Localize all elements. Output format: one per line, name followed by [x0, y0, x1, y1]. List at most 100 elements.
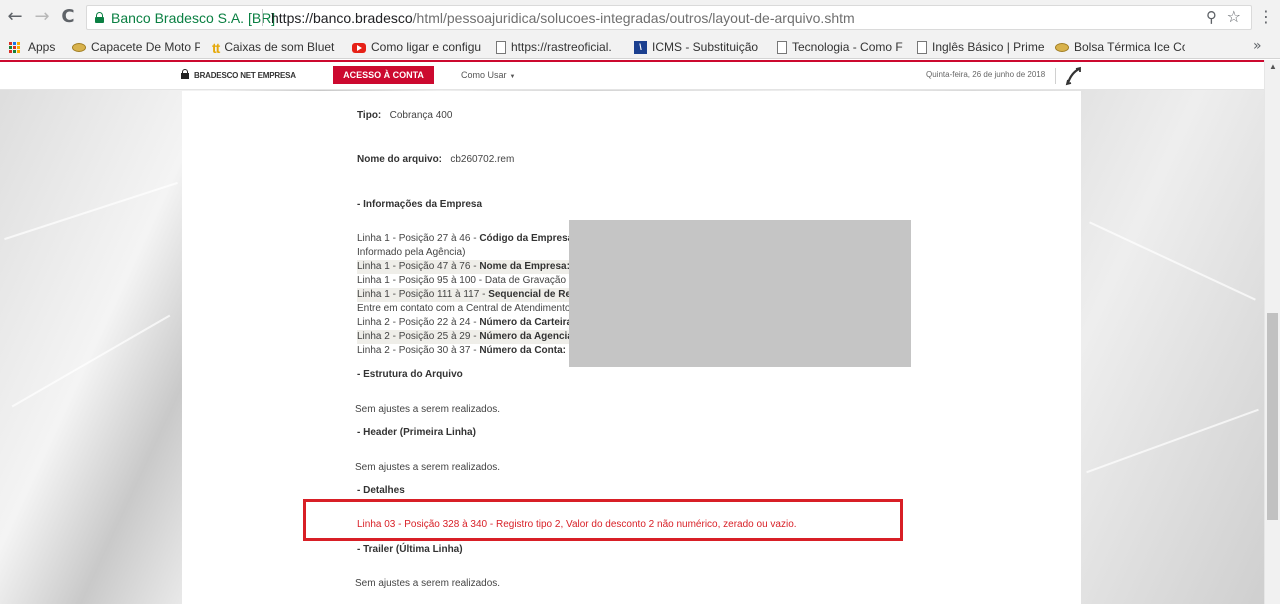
bookmark-label: Como ligar e configu — [371, 40, 482, 54]
background-pattern — [1086, 408, 1259, 474]
detail-error-line: Linha 03 - Posição 328 à 340 - Registro … — [357, 519, 797, 530]
bookmark-label: Caixas de som Bluet — [224, 40, 335, 54]
scroll-up-arrow-icon[interactable]: ▲ — [1269, 62, 1277, 71]
brand-logo[interactable]: BRADESCO NET EMPRESA — [181, 69, 296, 80]
tipo-value: Cobrança 400 — [389, 110, 453, 121]
forward-icon[interactable]: → — [32, 7, 52, 27]
accessibility-phone-icon[interactable] — [1064, 66, 1084, 86]
redaction-box — [569, 220, 911, 367]
bookmark-ingles-basico[interactable]: Inglês Básico | Prime — [917, 39, 1045, 55]
zoom-icon[interactable]: ⚲ — [1206, 8, 1217, 26]
info-line-prefix: Entre em contato com a Central de Atendi… — [357, 303, 571, 314]
bookmark-caixas-de-som[interactable]: tt Caixas de som Bluet — [212, 39, 340, 55]
section-estrutura: - Estrutura do Arquivo — [357, 369, 463, 380]
info-line: Linha 1 - Posição 111 à 117 - Sequencial… — [357, 288, 572, 302]
info-line-prefix: Linha 1 - Posição 47 à 76 - — [357, 261, 480, 272]
info-line-prefix: Linha 2 - Posição 30 à 37 - — [357, 345, 480, 356]
bookmark-apps[interactable]: Apps — [9, 39, 69, 55]
brand-name: BRADESCO NET EMPRESA — [194, 71, 296, 80]
browser-toolbar: ← → C Banco Bradesco S.A. [BR] https://b… — [0, 0, 1280, 35]
info-line: Linha 2 - Posição 22 à 24 - Número da Ca… — [357, 316, 572, 330]
bookmark-label: Tecnologia - Como F — [792, 40, 903, 54]
coin-icon — [1055, 43, 1069, 53]
bookmark-star-icon[interactable]: ☆ — [1227, 7, 1241, 26]
page-icon — [917, 41, 927, 55]
no-adjustments-text: Sem ajustes a serem realizados. — [355, 404, 501, 415]
no-adjustments-text: Sem ajustes a serem realizados. — [355, 578, 501, 589]
arquivo-label: Nome do arquivo: — [357, 154, 443, 165]
info-line-label: Nome da Empresa: — [479, 261, 570, 272]
main-content: Tipo: Cobrança 400 Nome do arquivo: cb26… — [182, 91, 1081, 604]
section-trailer: - Trailer (Última Linha) — [357, 544, 463, 555]
section-header: - Header (Primeira Linha) — [357, 427, 476, 438]
secure-lock-icon[interactable] — [95, 12, 104, 23]
info-line: Entre em contato com a Central de Atendi… — [357, 302, 570, 316]
arquivo-value: cb260702.rem — [450, 154, 515, 165]
background-pattern — [11, 314, 171, 408]
info-line-label: Número da Carteira — [479, 317, 573, 328]
tt-logo-icon: tt — [212, 39, 220, 55]
back-icon[interactable]: ← — [5, 7, 25, 27]
bookmark-rastreoficial[interactable]: https://rastreoficial. — [496, 39, 622, 55]
tipo-row: Tipo: Cobrança 400 — [357, 109, 452, 123]
url-separator — [262, 9, 263, 26]
url-text[interactable]: https://banco.bradesco/html/pessoajuridi… — [271, 10, 855, 26]
coin-icon — [72, 43, 86, 53]
how-to-use-menu[interactable]: Como Usar ▼ — [461, 70, 515, 80]
header-divider — [1055, 68, 1056, 84]
page-viewport: BRADESCO NET EMPRESA ACESSO À CONTA Como… — [0, 60, 1264, 604]
info-line: Linha 1 - Posição 47 à 76 - Nome da Empr… — [357, 260, 570, 274]
bookmark-icms[interactable]: \ ICMS - Substituição — [634, 39, 764, 55]
site-identity[interactable]: Banco Bradesco S.A. [BR] — [111, 10, 275, 26]
info-line: Linha 2 - Posição 25 à 29 - Número da Ag… — [357, 330, 573, 344]
bookmark-label: Bolsa Térmica Ice Co — [1074, 40, 1185, 54]
background-pattern — [1089, 221, 1256, 301]
info-line-prefix: Linha 1 - Posição 27 à 46 - — [357, 233, 480, 244]
page-scrollbar[interactable]: ▲ — [1264, 60, 1280, 604]
bookmark-capacete[interactable]: Capacete De Moto P — [72, 39, 200, 55]
info-line: Linha 2 - Posição 30 à 37 - Número da Co… — [357, 344, 566, 358]
tipo-label: Tipo: — [357, 110, 382, 121]
bookmark-tecnologia[interactable]: Tecnologia - Como F — [777, 39, 905, 55]
youtube-icon — [352, 42, 366, 53]
info-line-label: Número da Agencia — [479, 331, 573, 342]
apps-grid-icon — [9, 41, 21, 54]
info-line-label: Sequencial de Re — [488, 289, 572, 300]
arquivo-row: Nome do arquivo: cb260702.rem — [357, 153, 514, 167]
bookmarks-bar: Apps Capacete De Moto P tt Caixas de som … — [0, 35, 1280, 59]
bookmark-bolsa-termica[interactable]: Bolsa Térmica Ice Co — [1055, 39, 1185, 55]
chevron-down-icon: ▼ — [509, 74, 516, 80]
site-header: BRADESCO NET EMPRESA ACESSO À CONTA Como… — [0, 60, 1264, 90]
section-info-empresa: - Informações da Empresa — [357, 199, 483, 210]
bookmark-label: Inglês Básico | Prime — [932, 40, 1045, 54]
page-icon — [777, 41, 787, 55]
info-line-prefix: Linha 1 - Posição 95 à 100 - Data de Gra… — [357, 275, 567, 286]
background-pattern — [4, 181, 178, 241]
bookmark-label: Apps — [28, 40, 56, 54]
address-bar[interactable]: Banco Bradesco S.A. [BR] https://banco.b… — [86, 5, 1252, 30]
info-line-prefix: Linha 2 - Posição 25 à 29 - — [357, 331, 480, 342]
bookmark-como-ligar[interactable]: Como ligar e configu — [352, 39, 486, 55]
more-bookmarks-icon[interactable]: » — [1253, 38, 1262, 54]
info-line-label: Número da Conta: — [479, 345, 566, 356]
scroll-thumb[interactable] — [1267, 313, 1278, 520]
info-line: Informado pela Agência) — [357, 246, 465, 260]
info-line-prefix: Linha 2 - Posição 22 à 24 - — [357, 317, 480, 328]
bookmark-label: https://rastreoficial. — [511, 40, 612, 54]
url-path: /html/pessoajuridica/solucoes-integradas… — [412, 10, 855, 26]
info-line: Linha 1 - Posição 27 à 46 - Código da Em… — [357, 232, 573, 246]
info-line-prefix: Linha 1 - Posição 111 à 117 - — [357, 289, 489, 300]
bookmark-label: Capacete De Moto P — [91, 40, 200, 54]
icms-logo-icon: \ — [634, 41, 647, 55]
url-host: https://banco.bradesco — [271, 10, 413, 26]
page-icon — [496, 41, 506, 55]
current-date: Quinta-feira, 26 de junho de 2018 — [926, 70, 1046, 79]
lock-icon — [181, 69, 189, 79]
info-line: Linha 1 - Posição 95 à 100 - Data de Gra… — [357, 274, 566, 288]
reload-icon[interactable]: C — [58, 7, 78, 27]
access-account-button[interactable]: ACESSO À CONTA — [333, 66, 434, 84]
how-to-use-label: Como Usar — [461, 70, 507, 80]
browser-menu-icon[interactable]: ⋮ — [1258, 7, 1274, 26]
bookmark-label: ICMS - Substituição — [652, 40, 759, 54]
info-line-label: Código da Empresa — [479, 233, 574, 244]
